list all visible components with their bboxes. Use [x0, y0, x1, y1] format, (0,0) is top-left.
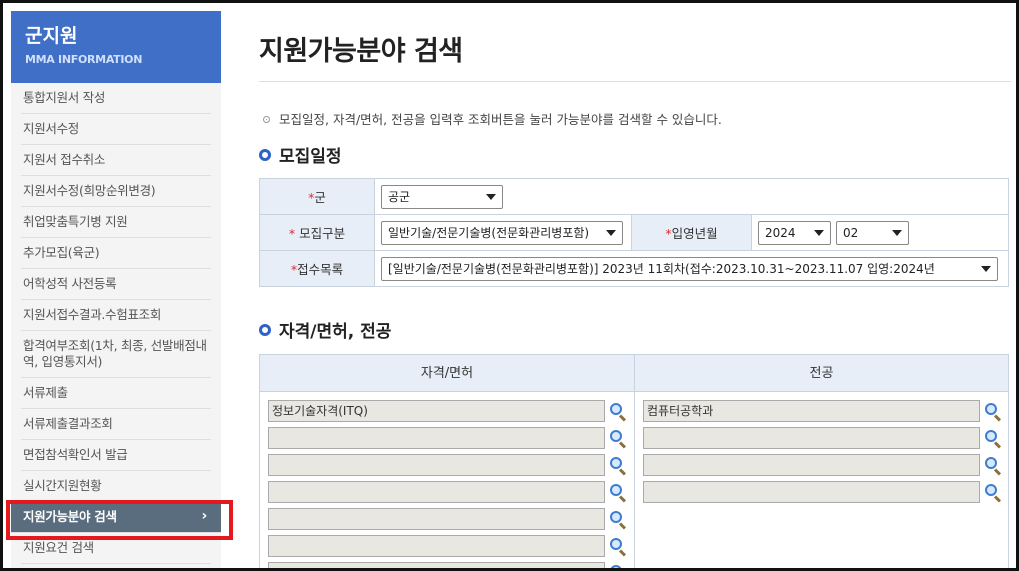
license-row	[268, 562, 634, 568]
license-row	[268, 454, 634, 476]
sidebar-item-label: 지원가능분야 검색	[23, 509, 117, 524]
chevron-down-icon	[892, 229, 902, 236]
circle-bullet-icon	[259, 323, 271, 336]
select-value: 공군	[388, 190, 411, 204]
select-value: [일반기술/전문기술병(전문화관리병포함)] 2023년 11회차(접수:202…	[388, 262, 935, 276]
license-input[interactable]	[268, 454, 605, 476]
sidebar-item-pass-check[interactable]: 합격여부조회(1차, 최종, 선발배점내역, 입영통지서)	[21, 331, 211, 378]
chevron-down-icon	[486, 193, 496, 200]
search-icon[interactable]	[609, 456, 627, 476]
label-text: 접수목록	[297, 262, 344, 277]
notice: 모집일정, 자격/면허, 전공을 입력후 조회버튼을 눌러 가능분야를 검색할 …	[259, 109, 1011, 128]
section-title-schedule: 모집일정	[259, 142, 1011, 167]
search-icon[interactable]	[609, 537, 627, 557]
sidebar-item-application-cancel[interactable]: 지원서 접수취소	[21, 145, 211, 176]
license-input[interactable]	[268, 427, 605, 449]
sidebar-brand: 군지원 MMA INFORMATION	[11, 11, 221, 83]
application-list-select[interactable]: [일반기술/전문기술병(전문화관리병포함)] 2023년 11회차(접수:202…	[381, 256, 998, 281]
major-row	[643, 454, 1008, 476]
year-select[interactable]: 2024	[758, 220, 831, 245]
bullet-icon	[263, 116, 270, 123]
label-text: 입영년월	[671, 226, 718, 241]
sidebar-item-interview-certificate[interactable]: 면접참석확인서 발급	[21, 440, 211, 471]
select-value: 일반기술/전문기술병(전문화관리병포함)	[388, 226, 590, 240]
section-title-text: 자격/면허, 전공	[279, 322, 392, 342]
search-icon[interactable]	[609, 564, 627, 568]
major-input[interactable]	[643, 427, 980, 449]
search-icon[interactable]	[984, 402, 1002, 422]
chevron-down-icon	[814, 229, 824, 236]
sidebar-title: 군지원	[25, 25, 78, 47]
major-header: 전공	[635, 355, 1008, 392]
license-input[interactable]	[268, 508, 605, 530]
license-input[interactable]	[268, 481, 605, 503]
license-input[interactable]	[268, 535, 605, 557]
application-list-label: *접수목록	[259, 250, 375, 287]
major-input[interactable]	[643, 454, 980, 476]
sidebar-item-application-result[interactable]: 지원서접수결과.수험표조회	[21, 300, 211, 331]
major-row	[643, 427, 1008, 449]
sidebar-item-document-submit[interactable]: 서류제출	[21, 378, 211, 409]
sidebar-subtitle: MMA INFORMATION	[25, 53, 143, 66]
chevron-down-icon	[981, 265, 991, 272]
license-input[interactable]: 정보기술자격(ITQ)	[268, 400, 605, 422]
label-text: 군	[314, 190, 326, 205]
major-row	[643, 481, 1008, 503]
sidebar-item-additional-recruit[interactable]: 추가모집(육군)	[21, 238, 211, 269]
search-icon[interactable]	[984, 456, 1002, 476]
chevron-down-icon	[606, 229, 616, 236]
sidebar-item-job-specialty[interactable]: 취업맞춤특기병 지원	[21, 207, 211, 238]
search-icon[interactable]	[609, 402, 627, 422]
sidebar-item-priority-change[interactable]: 지원서수정(희망순위변경)	[21, 176, 211, 207]
major-input[interactable]	[643, 481, 980, 503]
notice-text: 모집일정, 자격/면허, 전공을 입력후 조회버튼을 눌러 가능분야를 검색할 …	[279, 112, 722, 127]
page-title: 지원가능분야 검색	[259, 11, 1011, 82]
sidebar: 군지원 MMA INFORMATION 통합지원서 작성 지원서수정 지원서 접…	[11, 11, 221, 568]
license-input[interactable]	[268, 562, 605, 568]
search-icon[interactable]	[609, 429, 627, 449]
schedule-form: *군 공군 * 모집구분 일반기술/전문기술병(전문화관리병포함) *입영년월	[259, 178, 1009, 287]
sidebar-item-application-write[interactable]: 통합지원서 작성	[21, 83, 211, 114]
major-column: 전공 컴퓨터공학과	[634, 355, 1008, 568]
recruit-type-label: * 모집구분	[259, 214, 375, 251]
sidebar-item-application-edit[interactable]: 지원서수정	[21, 114, 211, 145]
license-header: 자격/면허	[260, 355, 634, 392]
chevron-right-icon: ›	[201, 508, 208, 524]
search-icon[interactable]	[984, 483, 1002, 503]
search-icon[interactable]	[609, 483, 627, 503]
label-text: 모집구분	[295, 226, 346, 241]
major-input[interactable]: 컴퓨터공학과	[643, 400, 980, 422]
branch-select[interactable]: 공군	[381, 184, 503, 209]
sidebar-item-realtime-status[interactable]: 실시간지원현황	[21, 471, 211, 502]
section-title-text: 모집일정	[279, 147, 342, 167]
major-row: 컴퓨터공학과	[643, 400, 1008, 422]
enlist-date-group: 2024 02	[758, 220, 1002, 245]
qualification-panel: 자격/면허 정보기술자격(ITQ) 전공 컴퓨터공학과	[259, 354, 1009, 568]
section-title-qualification: 자격/면허, 전공	[259, 317, 1011, 342]
license-column: 자격/면허 정보기술자격(ITQ)	[260, 355, 634, 568]
recruit-type-select[interactable]: 일반기술/전문기술병(전문화관리병포함)	[381, 220, 623, 245]
license-row: 정보기술자격(ITQ)	[268, 400, 634, 422]
sidebar-item-field-search[interactable]: 지원가능분야 검색 ›	[11, 502, 221, 533]
month-select[interactable]: 02	[836, 220, 909, 245]
sidebar-item-requirement-search[interactable]: 지원요건 검색	[21, 533, 211, 564]
main-content: 지원가능분야 검색 모집일정, 자격/면허, 전공을 입력후 조회버튼을 눌러 …	[259, 11, 1011, 568]
search-icon[interactable]	[984, 429, 1002, 449]
select-value: 02	[843, 225, 859, 240]
sidebar-item-language-score[interactable]: 어학성적 사전등록	[21, 269, 211, 300]
select-value: 2024	[765, 225, 796, 240]
window-frame: 군지원 MMA INFORMATION 통합지원서 작성 지원서수정 지원서 접…	[0, 0, 1019, 571]
license-row	[268, 481, 634, 503]
search-icon[interactable]	[609, 510, 627, 530]
enlist-month-label: *입영년월	[631, 214, 752, 251]
sidebar-menu: 통합지원서 작성 지원서수정 지원서 접수취소 지원서수정(희망순위변경) 취업…	[11, 83, 221, 564]
license-row	[268, 427, 634, 449]
circle-bullet-icon	[259, 148, 271, 161]
license-row	[268, 535, 634, 557]
license-row	[268, 508, 634, 530]
branch-label: *군	[259, 178, 375, 215]
sidebar-item-document-result[interactable]: 서류제출결과조회	[21, 409, 211, 440]
